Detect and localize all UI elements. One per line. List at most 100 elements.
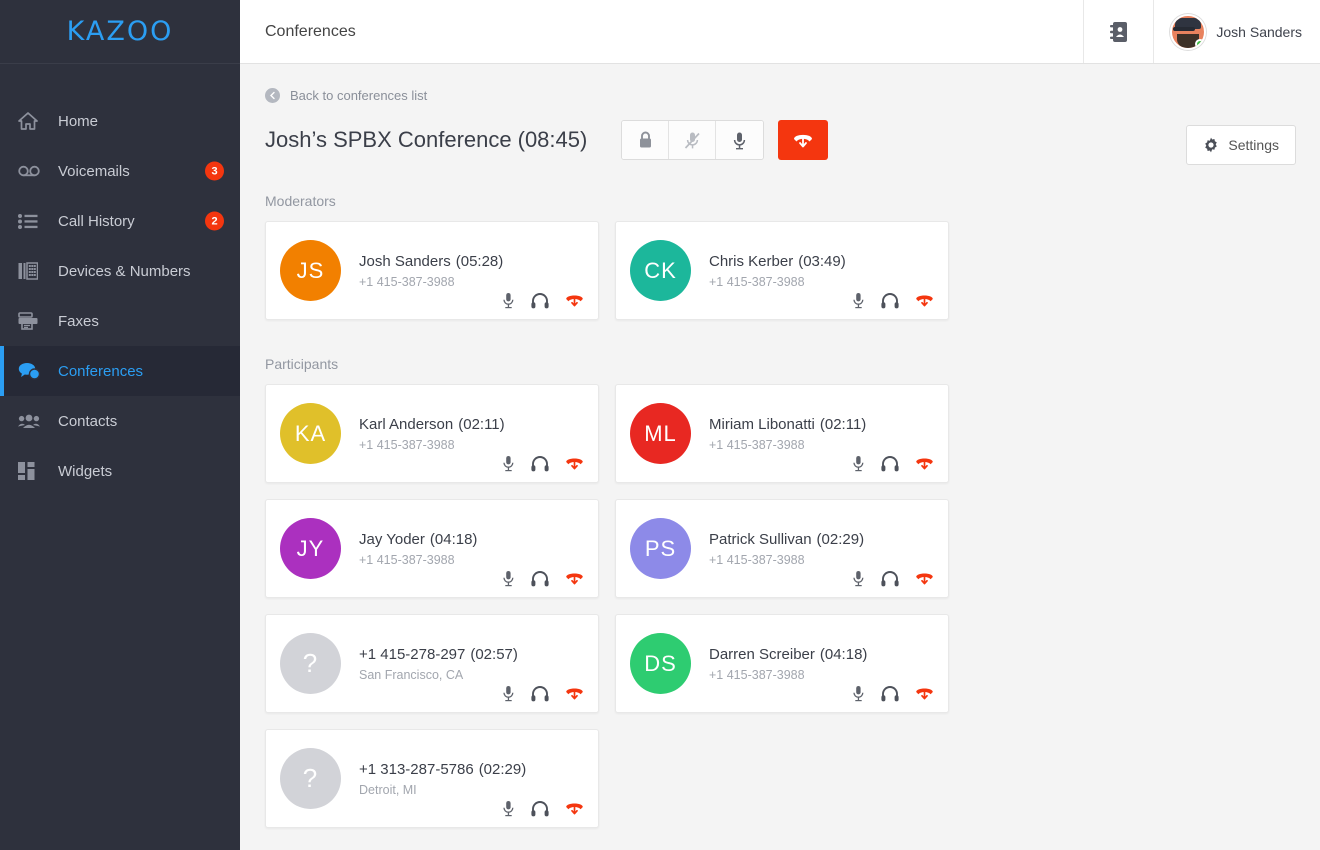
- mic-icon: [503, 686, 514, 702]
- address-book-button[interactable]: [1083, 0, 1153, 63]
- listen-participant-button[interactable]: [881, 455, 899, 472]
- mic-icon: [503, 293, 514, 309]
- unknown-caller-avatar: ?: [280, 633, 341, 694]
- kick-participant-button[interactable]: [915, 685, 934, 702]
- card-name-row: Patrick Sullivan (02:29): [709, 531, 934, 548]
- card-name-row: Jay Yoder (04:18): [359, 531, 584, 548]
- participant-name: Josh Sanders: [359, 252, 451, 270]
- sidebar-item-label: Widgets: [58, 462, 113, 480]
- listen-participant-button[interactable]: [531, 455, 549, 472]
- lock-icon: [639, 131, 651, 148]
- list-icon: [18, 213, 48, 229]
- lock-conference-button[interactable]: [622, 121, 670, 159]
- sidebar-item-widgets[interactable]: Widgets: [0, 446, 240, 496]
- card-body: Josh Sanders (05:28) +1 415-387-3988: [359, 253, 584, 289]
- moderator-card[interactable]: CK Chris Kerber (03:49) +1 415-387-3988: [615, 221, 949, 320]
- hangup-icon: [916, 688, 933, 700]
- logo[interactable]: KAZOO: [0, 0, 240, 64]
- sidebar-item-voicemails[interactable]: Voicemails 3: [0, 146, 240, 196]
- address-book-icon: [1109, 21, 1127, 42]
- card-body: Karl Anderson (02:11) +1 415-387-3988: [359, 416, 584, 452]
- mute-participant-button[interactable]: [502, 292, 515, 309]
- listen-participant-button[interactable]: [531, 685, 549, 702]
- conference-toolbar: [621, 120, 765, 160]
- user-menu[interactable]: Josh Sanders: [1153, 0, 1320, 63]
- mute-participant-button[interactable]: [852, 685, 865, 702]
- mute-participant-button[interactable]: [502, 800, 515, 817]
- kick-participant-button[interactable]: [565, 685, 584, 702]
- kick-participant-button[interactable]: [565, 292, 584, 309]
- mute-participant-button[interactable]: [502, 455, 515, 472]
- hangup-icon: [916, 573, 933, 585]
- mute-participant-button[interactable]: [852, 455, 865, 472]
- unmute-all-button[interactable]: [716, 121, 764, 159]
- sidebar-item-home[interactable]: Home: [0, 96, 240, 146]
- moderator-card[interactable]: JS Josh Sanders (05:28) +1 415-387-3988: [265, 221, 599, 320]
- settings-button[interactable]: Settings: [1186, 125, 1296, 165]
- sidebar-item-devices-numbers[interactable]: Devices & Numbers: [0, 246, 240, 296]
- listen-participant-button[interactable]: [531, 292, 549, 309]
- headphones-icon: [531, 455, 549, 471]
- participant-card[interactable]: ML Miriam Libonatti (02:11) +1 415-387-3988: [615, 384, 949, 483]
- participant-card[interactable]: JY Jay Yoder (04:18) +1 415-387-3988: [265, 499, 599, 598]
- listen-participant-button[interactable]: [531, 800, 549, 817]
- hangup-icon: [566, 803, 583, 815]
- participant-card[interactable]: ? +1 415-278-297 (02:57) San Francisco, CA: [265, 614, 599, 713]
- sidebar-item-contacts[interactable]: Contacts: [0, 396, 240, 446]
- mic-icon: [853, 686, 864, 702]
- kick-participant-button[interactable]: [915, 455, 934, 472]
- avatar-initials: ?: [302, 648, 319, 678]
- card-name-row: Karl Anderson (02:11): [359, 416, 584, 433]
- mic-icon: [503, 456, 514, 472]
- participant-card[interactable]: ? +1 313-287-5786 (02:29) Detroit, MI: [265, 729, 599, 828]
- mute-participant-button[interactable]: [852, 570, 865, 587]
- kick-participant-button[interactable]: [915, 570, 934, 587]
- listen-participant-button[interactable]: [881, 685, 899, 702]
- card-name-row: Darren Screiber (04:18): [709, 646, 934, 663]
- mute-all-button[interactable]: [669, 121, 717, 159]
- participant-duration: (04:18): [819, 645, 868, 663]
- sidebar-item-label: Contacts: [58, 412, 118, 430]
- listen-participant-button[interactable]: [531, 570, 549, 587]
- participant-name: +1 313-287-5786: [359, 760, 474, 778]
- conference-header: Josh’s SPBX Conference (08:45): [265, 119, 1296, 161]
- topbar: Conferences Josh Sanders: [240, 0, 1320, 64]
- kick-participant-button[interactable]: [565, 455, 584, 472]
- card-body: +1 415-278-297 (02:57) San Francisco, CA: [359, 646, 584, 682]
- participant-card[interactable]: DS Darren Screiber (04:18) +1 415-387-3988: [615, 614, 949, 713]
- sidebar: KAZOO Home Voicemails 3 Call History 2 Device…: [0, 0, 240, 850]
- sidebar-item-faxes[interactable]: Faxes: [0, 296, 240, 346]
- participant-card[interactable]: PS Patrick Sullivan (02:29) +1 415-387-3988: [615, 499, 949, 598]
- mute-participant-button[interactable]: [502, 685, 515, 702]
- kick-participant-button[interactable]: [565, 570, 584, 587]
- listen-participant-button[interactable]: [881, 292, 899, 309]
- status-badge: [1195, 38, 1205, 48]
- mic-icon: [503, 571, 514, 587]
- sidebar-item-label: Call History: [58, 212, 135, 230]
- participant-card[interactable]: KA Karl Anderson (02:11) +1 415-387-3988: [265, 384, 599, 483]
- mic-icon: [853, 571, 864, 587]
- mute-participant-button[interactable]: [502, 570, 515, 587]
- kick-participant-button[interactable]: [565, 800, 584, 817]
- back-to-conferences-link[interactable]: Back to conferences list: [265, 88, 1296, 103]
- sidebar-item-call-history[interactable]: Call History 2: [0, 196, 240, 246]
- moderators-grid: JS Josh Sanders (05:28) +1 415-387-3988 CK Ch…: [265, 221, 1296, 320]
- sidebar-item-conferences[interactable]: Conferences: [0, 346, 240, 396]
- card-actions: [852, 292, 934, 309]
- card-actions: [502, 685, 584, 702]
- kick-participant-button[interactable]: [915, 292, 934, 309]
- participant-name: Karl Anderson: [359, 415, 454, 433]
- participant-name: Darren Screiber: [709, 645, 815, 663]
- end-conference-button[interactable]: [778, 120, 829, 160]
- avatar-initials: DS: [644, 650, 677, 676]
- participant-subtitle: +1 415-387-3988: [359, 437, 455, 452]
- people-icon: [18, 413, 48, 429]
- avatar-initials: PS: [644, 535, 677, 561]
- avatar: JY: [280, 518, 341, 579]
- listen-participant-button[interactable]: [881, 570, 899, 587]
- card-name-row: Josh Sanders (05:28): [359, 253, 584, 270]
- sidebar-item-label: Devices & Numbers: [58, 262, 191, 280]
- mute-participant-button[interactable]: [852, 292, 865, 309]
- participant-name: Miriam Libonatti: [709, 415, 815, 433]
- sidebar-badge: 3: [205, 161, 224, 181]
